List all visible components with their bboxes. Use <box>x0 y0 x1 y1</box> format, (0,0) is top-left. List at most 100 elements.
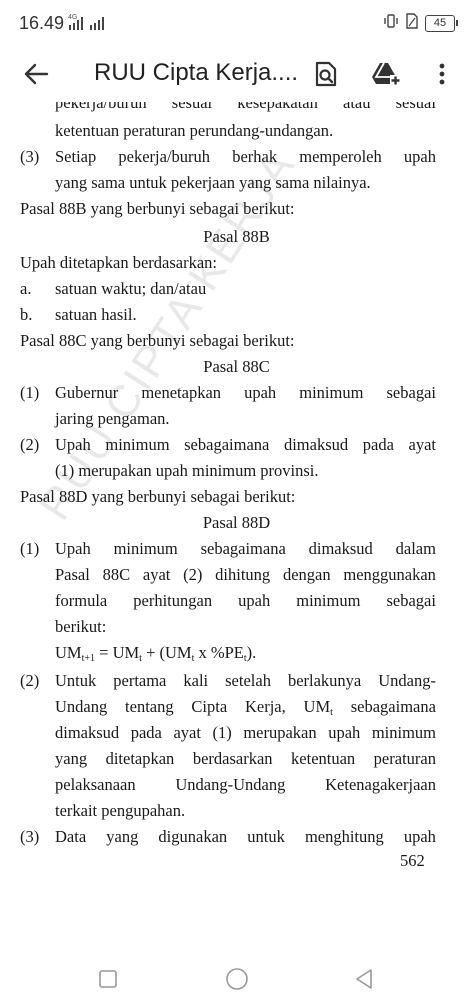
word: dimaksud <box>55 723 120 742</box>
word: minimum <box>296 591 361 610</box>
justified-line: yang ditetapkan berdasarkan ketentuan peratu… <box>55 746 436 772</box>
word: upah <box>403 147 436 166</box>
list-label: b. <box>20 305 33 324</box>
more-vert-icon <box>439 63 445 85</box>
list-item-text: satuan hasil. <box>55 305 137 324</box>
recents-button[interactable] <box>86 957 130 1000</box>
article-heading: Pasal 88C <box>203 357 270 376</box>
word: Pasal <box>55 565 90 584</box>
item-number: (2) <box>20 435 40 454</box>
home-circle-icon <box>226 967 248 990</box>
word: sebagaimana <box>200 539 286 558</box>
formula-part: = UM <box>95 643 140 662</box>
word: Undang <box>55 697 108 716</box>
add-to-drive-button[interactable] <box>366 54 406 94</box>
status-bar: 16.49 4G 45 <box>0 0 473 46</box>
word: sebagaimana <box>350 697 436 716</box>
word: tentang <box>125 697 174 716</box>
word: pekerja/buruh <box>118 147 211 166</box>
word: (1) <box>212 723 232 742</box>
justified-line: Untuk pertama kali setelah berlakunya Undang- <box>55 668 436 694</box>
word: upah <box>238 591 271 610</box>
item-number: (2) <box>20 671 40 690</box>
word: untuk <box>247 827 285 846</box>
formula-part: + (UM <box>141 643 192 662</box>
justified-line: pelaksanaan Undang-Undang Ketenagakerjaan <box>55 772 436 798</box>
word: yang <box>55 749 88 768</box>
word: berlakunya <box>287 671 362 690</box>
word: upah <box>403 827 436 846</box>
text-line: berikut: <box>55 617 107 636</box>
word: ayat <box>142 565 171 584</box>
formula-part: ). <box>246 643 257 662</box>
back-button[interactable] <box>14 54 58 94</box>
text-line: Pasal 88B yang berbunyi sebagai berikut: <box>20 199 295 218</box>
word: Kerja, <box>244 697 286 716</box>
word: dihitung <box>215 565 271 584</box>
word: Cipta <box>191 697 228 716</box>
word: ayat <box>173 723 201 742</box>
text-line: jaring pengaman. <box>55 409 170 428</box>
word: sebagai <box>386 383 436 402</box>
back-nav-button[interactable] <box>342 957 386 1000</box>
word: dimaksud <box>283 435 349 454</box>
justified-line: formula perhitungan upah minimum sebagai <box>55 588 436 614</box>
item-number: (3) <box>20 147 40 166</box>
text-line: yang sama untuk pekerjaan yang sama nila… <box>55 173 371 192</box>
word: setelah <box>225 671 271 690</box>
word: minimum <box>371 723 436 742</box>
network-type-label: 4G <box>68 14 77 21</box>
word: peraturan <box>373 749 436 768</box>
word: Ketenagakerjaan <box>325 775 436 794</box>
word: ayat <box>408 435 436 454</box>
word: Data <box>55 827 87 846</box>
back-triangle-icon <box>356 968 372 989</box>
more-options-button[interactable] <box>422 54 462 94</box>
word: Upah <box>55 435 91 454</box>
justified-line: Upah minimum sebagaimana dimaksud pada ayat <box>55 432 436 458</box>
item-number: (3) <box>20 827 40 846</box>
formula-subscript: t+1 <box>81 653 96 664</box>
word: yang <box>106 827 139 846</box>
back-arrow-icon <box>24 63 49 85</box>
word: pada <box>362 435 394 454</box>
word: Gubernur <box>55 383 119 402</box>
document-viewer[interactable]: RUU CIPTA KERJA pekerja/buruh sesuai kesep… <box>0 102 473 957</box>
word: formula <box>55 591 108 610</box>
article-heading: Pasal 88B <box>203 227 270 246</box>
document-title: RUU Cipta Kerja.... <box>94 59 299 86</box>
word: dengan <box>282 565 331 584</box>
word: sesuai <box>171 102 213 112</box>
word: minimum <box>105 435 170 454</box>
drive-add-icon <box>372 62 401 86</box>
word: ketentuan <box>291 749 356 768</box>
word: memperoleh <box>299 147 382 166</box>
word: (2) <box>183 565 203 584</box>
justified-line: Data yang digunakan untuk menghitung upah <box>55 824 436 850</box>
word: berhak <box>232 147 278 166</box>
app-bar: RUU Cipta Kerja.... <box>0 46 473 102</box>
word: merupakan <box>243 723 317 742</box>
word: minimum <box>113 539 178 558</box>
word: upah <box>244 383 277 402</box>
doc-search-icon <box>315 61 337 87</box>
word: Undang-Undang <box>175 775 286 794</box>
word: Upah <box>55 539 91 558</box>
word: dalam <box>395 539 436 558</box>
formula-part: UM <box>55 643 82 662</box>
word: upah <box>328 723 361 742</box>
word: minimum <box>299 383 364 402</box>
item-number: (1) <box>20 539 40 558</box>
word: pertama <box>113 671 167 690</box>
find-in-document-button[interactable] <box>306 54 346 94</box>
justified-line-mixed: Undang tentang Cipta Kerja, UMt sebagaimana <box>55 694 436 720</box>
word: Setiap <box>55 147 97 166</box>
home-button[interactable] <box>215 957 259 1000</box>
word: Undang- <box>378 671 436 690</box>
navigation-bar <box>0 957 473 1000</box>
cut-line: pekerja/buruh sesuai kesepakatan atau sesuai <box>55 102 436 116</box>
word: Untuk <box>55 671 97 690</box>
word: kesepakatan <box>237 102 318 112</box>
word: sebagai <box>386 591 436 610</box>
subscript: t <box>330 707 333 718</box>
